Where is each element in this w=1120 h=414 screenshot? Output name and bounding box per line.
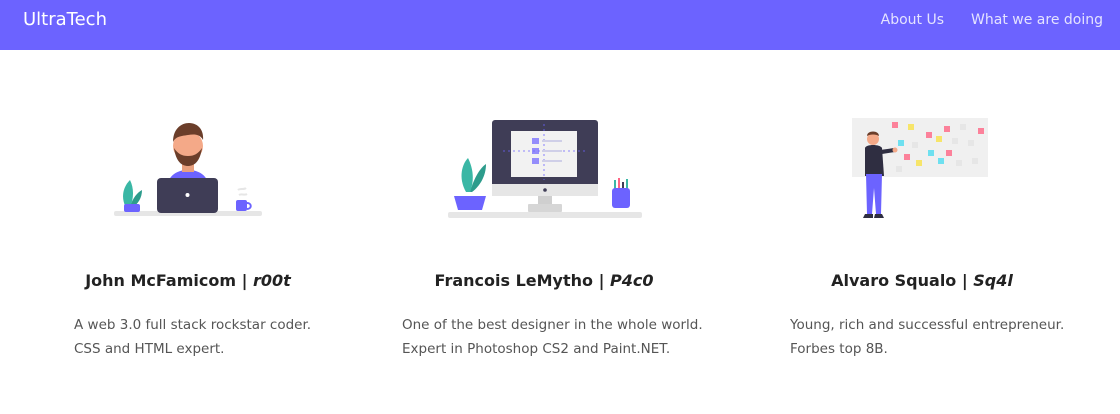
bio-line: Expert in Photoshop CS2 and Paint.NET. — [402, 341, 671, 357]
member-handle: Sq4l — [973, 271, 1013, 290]
bio-line: One of the best designer in the whole wo… — [402, 317, 703, 333]
member-handle: r00t — [252, 271, 291, 290]
brand-logo-link[interactable]: UltraTech — [23, 9, 107, 30]
nav-link-about-us[interactable]: About Us — [881, 12, 944, 28]
entrepreneur-sticky-board-illustration — [852, 118, 988, 218]
member-bio: One of the best designer in the whole wo… — [402, 313, 703, 361]
name-separator: | — [593, 271, 610, 290]
member-name: Francois LeMytho — [434, 271, 593, 290]
name-separator: | — [236, 271, 253, 290]
name-separator: | — [956, 271, 974, 290]
bio-line: Young, rich and successful entrepreneur. — [790, 317, 1065, 333]
member-name: Alvaro Squalo — [831, 271, 957, 290]
bio-line: Forbes top 8B. — [790, 341, 888, 357]
member-name: John McFamicom — [85, 271, 236, 290]
navbar: UltraTech About Us What we are doing — [0, 0, 1120, 50]
member-handle: P4c0 — [609, 271, 654, 290]
member-bio: A web 3.0 full stack rockstar coder. CSS… — [74, 313, 311, 361]
member-bio: Young, rich and successful entrepreneur.… — [790, 313, 1064, 361]
member-name-heading: John McFamicom | r00t — [8, 271, 368, 290]
member-name-heading: Alvaro Squalo | Sq4l — [742, 271, 1102, 290]
bio-line: CSS and HTML expert. — [74, 341, 225, 357]
nav-link-what-we-are-doing[interactable]: What we are doing — [971, 12, 1103, 28]
bio-line: A web 3.0 full stack rockstar coder. — [74, 317, 312, 333]
designer-monitor-illustration — [448, 120, 642, 218]
member-name-heading: Francois LeMytho | P4c0 — [364, 271, 724, 290]
developer-at-laptop-illustration — [114, 123, 262, 216]
nav-links: About Us What we are doing — [881, 12, 1103, 28]
